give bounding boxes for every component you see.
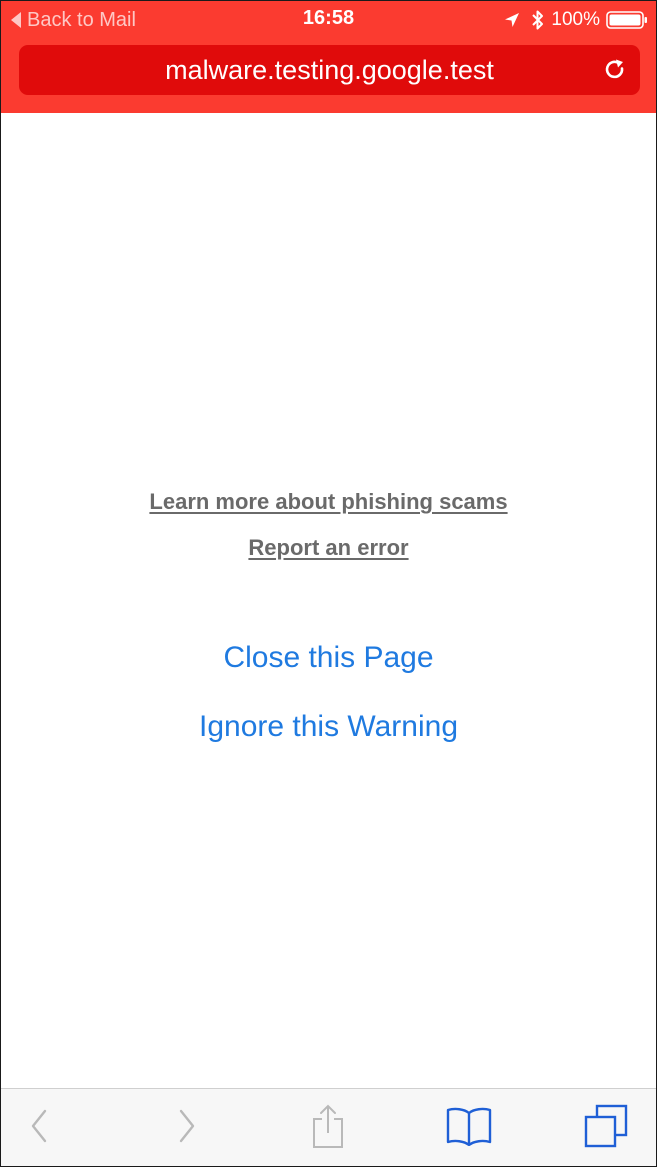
tabs-icon xyxy=(583,1103,629,1154)
status-indicators: 100% xyxy=(503,7,648,33)
forward-icon xyxy=(174,1108,198,1149)
bookmarks-button[interactable] xyxy=(444,1103,494,1153)
location-arrow-icon xyxy=(503,11,521,29)
bookmarks-icon xyxy=(445,1106,493,1151)
forward-button[interactable] xyxy=(161,1103,211,1153)
safari-window: Back to Mail 16:58 100% malware.testing.… xyxy=(0,0,657,1167)
reload-icon[interactable] xyxy=(602,57,628,83)
close-page-row: Close this Page xyxy=(1,641,656,675)
back-icon xyxy=(28,1108,52,1149)
battery-icon xyxy=(606,10,648,30)
learn-more-phishing-link[interactable]: Learn more about phishing scams xyxy=(1,489,656,515)
ignore-warning-row: Ignore this Warning xyxy=(1,710,656,744)
report-error-link[interactable]: Report an error xyxy=(1,535,656,561)
back-button[interactable] xyxy=(15,1103,65,1153)
warning-header: Back to Mail 16:58 100% malware.testing.… xyxy=(1,1,656,113)
ignore-warning-button[interactable]: Ignore this Warning xyxy=(199,710,458,744)
share-button[interactable] xyxy=(303,1103,353,1153)
bottom-toolbar xyxy=(1,1088,656,1166)
tabs-button[interactable] xyxy=(581,1103,631,1153)
address-domain: malware.testing.google.test xyxy=(165,55,494,85)
status-bar: Back to Mail 16:58 100% xyxy=(1,1,656,39)
battery-percentage: 100% xyxy=(551,9,600,30)
close-page-button[interactable]: Close this Page xyxy=(223,641,433,675)
address-bar[interactable]: malware.testing.google.test xyxy=(19,45,640,95)
bluetooth-icon xyxy=(531,9,545,31)
share-icon xyxy=(310,1103,346,1154)
